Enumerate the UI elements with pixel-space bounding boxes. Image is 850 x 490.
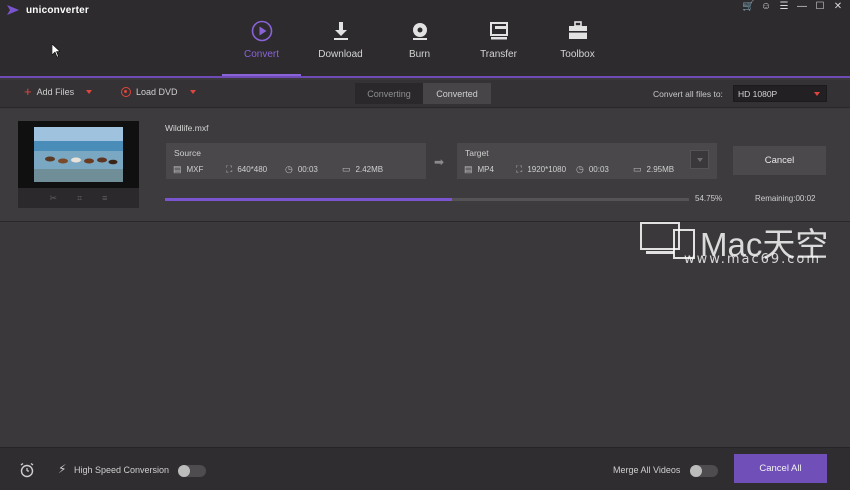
toolbox-icon [567,20,589,42]
user-icon[interactable]: ☺ [760,1,772,13]
crop-icon[interactable]: ⌗ [77,193,82,204]
source-size: ▭ 2.42MB [342,164,383,175]
effects-icon[interactable]: ≡ [102,193,107,203]
source-label: Source [174,148,201,158]
add-files-button[interactable]: + Add Files [24,84,93,99]
target-duration: ◷ 00:03 [576,164,609,175]
trim-icon[interactable]: ✂ [50,193,58,204]
play-circle-icon [251,20,273,42]
download-icon [330,20,352,42]
file-row: ✂ ⌗ ≡ Wildlife.mxf Source ▤ MXF ⛶ 640*480 … [0,109,850,222]
tab-burn[interactable]: Burn [380,0,459,76]
film-icon: ▤ [464,164,473,174]
tab-transfer-label: Transfer [480,49,517,60]
tab-download[interactable]: Download [301,0,380,76]
load-dvd-button[interactable]: Load DVD [121,87,196,97]
source-duration-value: 00:03 [297,165,318,174]
mouse-cursor-icon [52,44,60,58]
app-logo: uniconverter [6,4,89,16]
top-bar: uniconverter 🛒 ☺ ☰ — ☐ ✕ Convert Downloa… [0,0,850,78]
main-nav: Convert Download Burn Transfer Toolbox [222,0,617,76]
target-format-value: MP4 [477,165,494,174]
tab-download-label: Download [318,49,363,60]
window-controls: 🛒 ☺ ☰ — ☐ ✕ [742,1,844,13]
logo-icon [7,5,19,15]
watermark: Mac天空 www.mac69.com [640,218,845,270]
app-title: uniconverter [26,4,89,16]
add-files-label: Add Files [36,87,75,97]
thumbnail-tools: ✂ ⌗ ≡ [18,188,139,208]
tab-transfer[interactable]: Transfer [459,0,538,76]
output-format-select[interactable]: HD 1080P [733,85,827,102]
tab-converting[interactable]: Converting [355,83,423,104]
convert-all-label: Convert all files to: [653,89,723,99]
source-format: ▤ MXF [173,164,203,175]
target-label: Target [465,148,489,158]
chevron-down-icon[interactable] [86,90,93,94]
target-format-dropdown[interactable] [690,150,709,169]
output-format-value: HD 1080P [738,88,778,99]
source-resolution: ⛶ 640*480 [226,164,267,175]
merge-videos-toggle[interactable] [690,465,718,477]
source-format-value: MXF [186,165,204,174]
clock-icon: ◷ [576,164,584,174]
tab-burn-label: Burn [408,49,431,60]
cart-icon[interactable]: 🛒 [742,1,754,13]
target-resolution: ⛶ 1920*1080 [516,164,566,175]
source-size-value: 2.42MB [355,165,384,174]
dvd-icon [121,87,131,97]
arrow-right-icon: ➡ [434,155,445,169]
disc-icon [409,20,431,42]
source-resolution-value: 640*480 [237,165,268,174]
maximize-icon[interactable]: ☐ [814,1,826,13]
thumbnail-image [18,121,139,188]
merge-videos-label: Merge All Videos [613,465,681,475]
target-format: ▤ MP4 [464,164,494,175]
lightning-icon: ⚡︎ [58,462,67,476]
toolbar: + Add Files Load DVD Converting Converte… [0,80,850,108]
film-icon: ▤ [173,164,182,174]
resolution-icon: ⛶ [516,164,523,174]
tab-toolbox-label: Toolbox [560,49,595,60]
high-speed-label: High Speed Conversion [74,465,170,475]
plus-icon: + [24,84,32,99]
target-size: ▭ 2.95MB [633,164,674,175]
target-resolution-value: 1920*1080 [527,165,567,174]
menu-icon[interactable]: ☰ [778,1,790,13]
tab-convert[interactable]: Convert [222,0,301,76]
high-speed-toggle[interactable] [178,465,206,477]
chevron-down-icon [696,157,703,162]
folder-icon: ▭ [342,164,351,174]
cancel-button[interactable]: Cancel [733,146,826,175]
tab-converted[interactable]: Converted [423,83,491,104]
target-size-value: 2.95MB [646,165,675,174]
progress-fill [165,198,452,201]
video-thumbnail[interactable] [18,121,139,188]
chevron-down-icon[interactable] [189,90,196,94]
folder-icon: ▭ [633,164,642,174]
transfer-icon [488,20,510,42]
status-tabs: Converting Converted [355,83,491,104]
source-duration: ◷ 00:03 [285,164,318,175]
progress-bar [165,198,689,201]
close-icon[interactable]: ✕ [832,1,844,13]
remaining-time: Remaining:00:02 [755,194,816,203]
tab-toolbox[interactable]: Toolbox [538,0,617,76]
watermark-url: www.mac69.com [684,252,822,267]
resolution-icon: ⛶ [226,164,233,174]
chevron-down-icon [814,92,820,96]
alarm-clock-icon[interactable] [19,462,35,478]
load-dvd-label: Load DVD [136,87,178,97]
bottom-bar: ⚡︎ High Speed Conversion Merge All Video… [0,447,850,490]
cancel-all-button[interactable]: Cancel All [734,454,827,483]
source-panel: Source ▤ MXF ⛶ 640*480 ◷ 00:03 ▭ 2.42MB [166,143,426,179]
clock-icon: ◷ [285,164,293,174]
target-duration-value: 00:03 [588,165,609,174]
tab-convert-label: Convert [243,49,279,60]
file-name: Wildlife.mxf [165,123,209,133]
progress-percent: 54.75% [695,194,723,203]
minimize-icon[interactable]: — [796,1,808,13]
target-panel: Target ▤ MP4 ⛶ 1920*1080 ◷ 00:03 ▭ 2.95MB [457,143,717,179]
